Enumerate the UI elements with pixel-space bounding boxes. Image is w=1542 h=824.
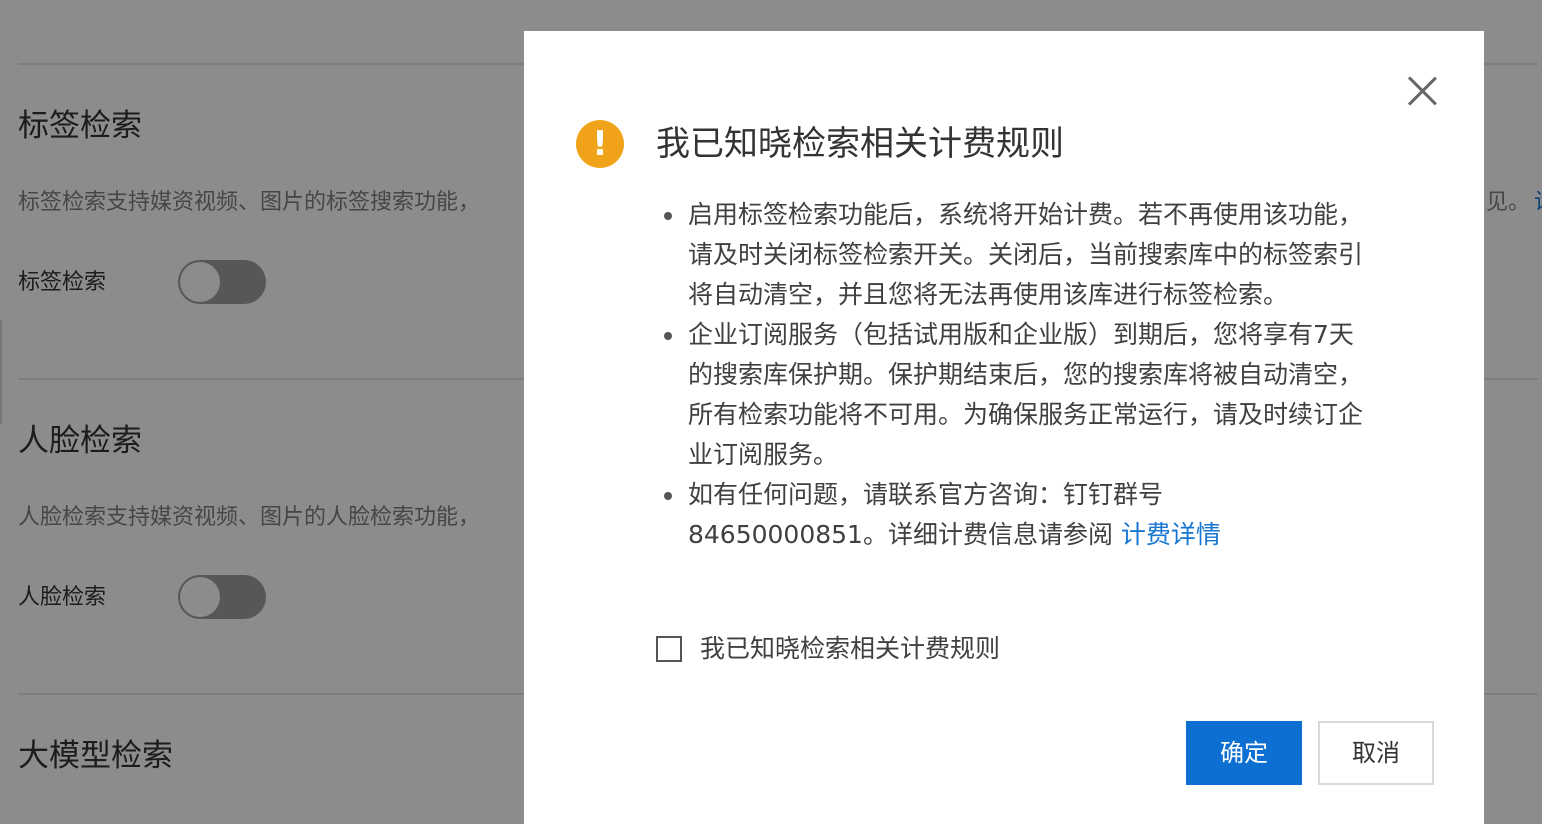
notice-text: 启用标签检索功能后，系统将开始计费。若不再使用该功能，请及时关闭标签检索开关。关…	[688, 200, 1364, 309]
notice-text: 企业订阅服务（包括试用版和企业版）到期后，您将享有7天的搜索库保护期。保护期结束…	[688, 320, 1364, 469]
cancel-button[interactable]: 取消	[1318, 721, 1434, 785]
bullet-icon	[664, 492, 672, 500]
billing-details-link[interactable]: 计费详情	[1121, 520, 1221, 549]
acknowledge-checkbox[interactable]	[656, 636, 682, 662]
acknowledge-label[interactable]: 我已知晓检索相关计费规则	[700, 629, 1000, 669]
notice-text: 如有任何问题，请联系官方咨询：钉钉群号 84650000851。详细计费信息请参…	[688, 480, 1164, 549]
warning-icon: !	[576, 120, 624, 168]
confirm-button[interactable]: 确定	[1186, 721, 1302, 785]
dialog-title: 我已知晓检索相关计费规则	[656, 124, 1064, 164]
list-item: 企业订阅服务（包括试用版和企业版）到期后，您将享有7天的搜索库保护期。保护期结束…	[664, 315, 1368, 475]
list-item: 启用标签检索功能后，系统将开始计费。若不再使用该功能，请及时关闭标签检索开关。关…	[664, 195, 1368, 315]
list-item: 如有任何问题，请联系官方咨询：钉钉群号 84650000851。详细计费信息请参…	[664, 475, 1368, 555]
close-icon[interactable]	[1406, 75, 1438, 107]
bullet-icon	[664, 212, 672, 220]
acknowledge-row[interactable]: 我已知晓检索相关计费规则	[656, 629, 1000, 669]
notice-list: 启用标签检索功能后，系统将开始计费。若不再使用该功能，请及时关闭标签检索开关。关…	[664, 195, 1368, 555]
bullet-icon	[664, 332, 672, 340]
billing-confirm-dialog: ! 我已知晓检索相关计费规则 启用标签检索功能后，系统将开始计费。若不再使用该功…	[524, 31, 1484, 824]
